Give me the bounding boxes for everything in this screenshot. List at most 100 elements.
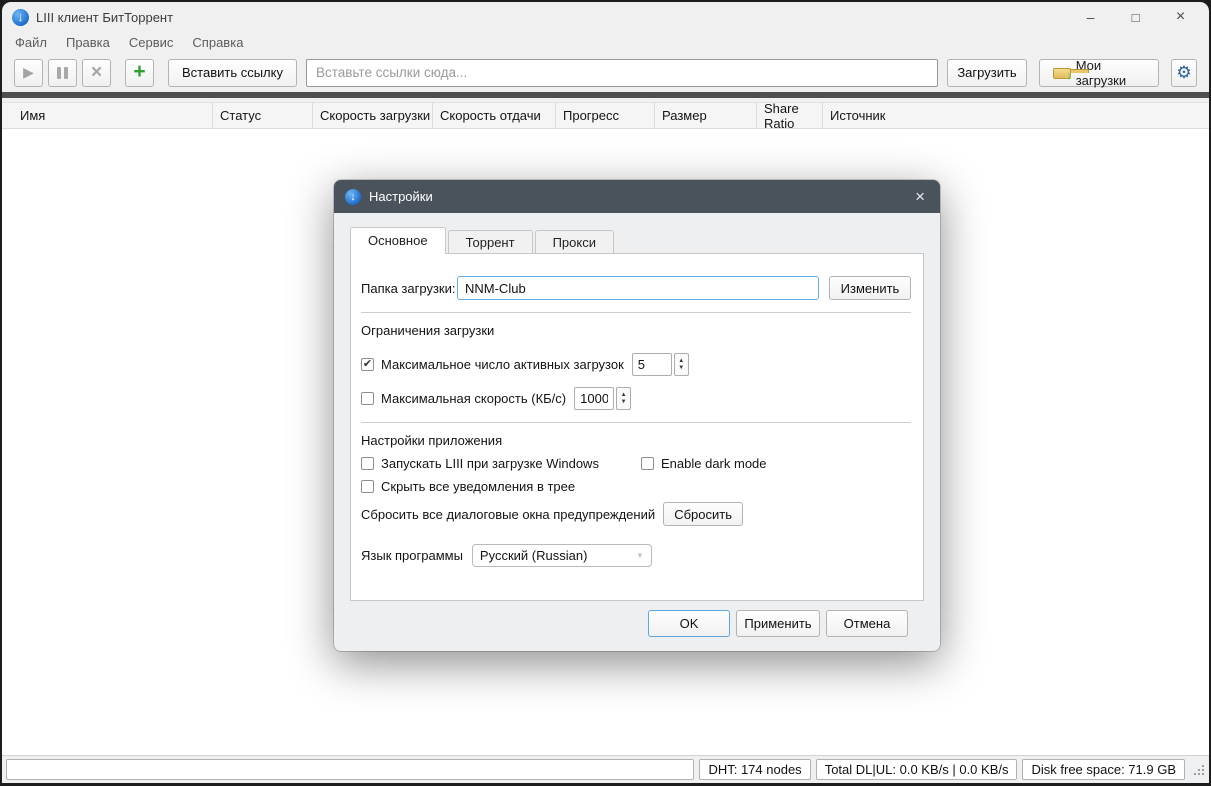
max-speed-row: ✔ Максимальная скорость (КБ/с) ▲ ▼ (361, 387, 911, 410)
dark-mode-checkbox[interactable]: ✔ (641, 457, 654, 470)
add-torrent-button[interactable]: + (125, 58, 154, 87)
spin-up-icon[interactable]: ▲ (678, 358, 684, 365)
download-folder-label: Папка загрузки: (361, 280, 456, 296)
column-progress[interactable]: Прогресс (556, 103, 655, 128)
language-label: Язык программы (361, 548, 463, 563)
dialog-body: Основное Торрент Прокси Папка загрузки: … (334, 213, 940, 637)
menu-help[interactable]: Справка (192, 35, 243, 50)
max-speed-input[interactable] (574, 387, 615, 410)
settings-button[interactable]: ⚙ (1171, 58, 1197, 87)
separator (361, 312, 911, 313)
start-button[interactable]: ▶ (14, 58, 43, 87)
status-message-field (6, 759, 695, 780)
minimize-button[interactable]: – (1068, 2, 1113, 32)
column-name[interactable]: Имя (2, 103, 213, 128)
startup-option: ✔ Запускать LIII при загрузке Windows (361, 456, 641, 471)
startup-label: Запускать LIII при загрузке Windows (381, 456, 599, 471)
reset-warnings-label: Сбросить все диалоговые окна предупрежде… (361, 506, 656, 522)
column-status[interactable]: Статус (213, 103, 313, 128)
toolbar: ▶ × + Вставить ссылку Загрузить ↓ Мои за… (2, 53, 1209, 92)
column-size[interactable]: Размер (655, 103, 757, 128)
remove-icon: × (90, 62, 103, 83)
max-speed-checkbox[interactable]: ✔ (361, 392, 374, 405)
dialog-app-icon: ↓ (345, 188, 361, 205)
hide-tray-checkbox[interactable]: ✔ (361, 480, 374, 493)
chevron-down-icon: ▼ (636, 551, 644, 560)
tab-general[interactable]: Основное (350, 227, 446, 254)
resize-grip[interactable] (1192, 763, 1205, 776)
column-upload-speed[interactable]: Скорость отдачи (433, 103, 556, 128)
dht-status: DHT: 174 nodes (699, 759, 811, 780)
change-folder-button[interactable]: Изменить (829, 276, 911, 300)
download-arrow-icon: ↓ (17, 9, 24, 24)
dark-mode-label: Enable dark mode (661, 456, 767, 471)
apply-button[interactable]: Применить (736, 610, 820, 637)
dialog-titlebar: ↓ Настройки × (334, 180, 940, 213)
spin-down-icon[interactable]: ▼ (621, 399, 627, 406)
ok-button[interactable]: OK (648, 610, 730, 637)
maximize-button[interactable]: □ (1113, 2, 1158, 32)
column-share-ratio[interactable]: Share Ratio (757, 101, 823, 131)
settings-dialog: ↓ Настройки × Основное Торрент Прокси Па… (334, 180, 940, 651)
max-speed-spin-buttons[interactable]: ▲ ▼ (616, 387, 632, 410)
language-select[interactable]: Русский (Russian) ▼ (471, 544, 652, 567)
download-folder-input[interactable] (457, 276, 819, 300)
link-input[interactable] (305, 58, 938, 87)
downloads-folder-icon: ↓ (1053, 66, 1089, 82)
app-settings-row: ✔ Запускать LIII при загрузке Windows ✔ … (361, 456, 911, 471)
startup-checkbox[interactable]: ✔ (361, 457, 374, 470)
download-folder-row: Папка загрузки: Изменить (361, 276, 911, 300)
max-active-input[interactable] (631, 353, 672, 376)
close-button[interactable]: × (1158, 2, 1203, 32)
minimize-icon: – (1086, 9, 1095, 25)
max-active-checkbox[interactable]: ✔ (361, 358, 374, 371)
statusbar: DHT: 174 nodes Total DL|UL: 0.0 KB/s | 0… (2, 755, 1209, 783)
spin-down-icon[interactable]: ▼ (678, 365, 684, 372)
my-downloads-button[interactable]: ↓ Мои загрузки (1039, 58, 1159, 88)
column-download-speed[interactable]: Скорость загрузки (313, 103, 433, 128)
reset-warnings-button[interactable]: Сбросить (663, 502, 744, 526)
column-source[interactable]: Источник (823, 103, 1209, 128)
torrent-table-header: Имя Статус Скорость загрузки Скорость от… (2, 101, 1209, 131)
separator (361, 422, 911, 423)
max-active-label: Максимальное число активных загрузок (381, 357, 624, 372)
max-active-spin-buttons[interactable]: ▲ ▼ (673, 353, 689, 376)
language-row: Язык программы Русский (Russian) ▼ (361, 544, 911, 567)
app-settings-header: Настройки приложения (361, 433, 503, 448)
check-icon: ✔ (362, 357, 373, 370)
paste-link-button[interactable]: Вставить ссылку (168, 58, 297, 87)
menu-edit[interactable]: Правка (66, 35, 110, 50)
tab-torrent[interactable]: Торрент (447, 230, 533, 253)
download-arrow-icon: ↓ (350, 190, 356, 203)
hide-tray-row: ✔ Скрыть все уведомления в трее (361, 479, 911, 494)
cancel-button[interactable]: Отмена (826, 610, 908, 637)
dialog-footer: OK Применить Отмена (350, 601, 924, 637)
pause-button[interactable] (48, 58, 77, 87)
dialog-close-button[interactable]: × (911, 186, 929, 207)
disk-space-status: Disk free space: 71.9 GB (1022, 759, 1185, 780)
menu-file[interactable]: Файл (15, 35, 47, 50)
reset-warnings-row: Сбросить все диалоговые окна предупрежде… (361, 502, 911, 526)
language-value: Русский (Russian) (479, 548, 588, 563)
window-title: LIII клиент БитТоррент (36, 9, 174, 25)
max-speed-spinbox: ▲ ▼ (574, 387, 632, 410)
tab-proxy[interactable]: Прокси (534, 230, 614, 253)
settings-tabs: Основное Торрент Прокси (350, 227, 924, 254)
download-button[interactable]: Загрузить (947, 58, 1027, 87)
close-icon: × (915, 187, 925, 206)
pause-icon (57, 66, 68, 79)
spin-up-icon[interactable]: ▲ (621, 392, 627, 399)
play-icon: ▶ (23, 64, 34, 80)
dark-mode-option: ✔ Enable dark mode (641, 456, 767, 471)
titlebar: ↓ LIII клиент БитТоррент – □ × (2, 2, 1209, 32)
dialog-title: Настройки (369, 189, 433, 204)
menu-service[interactable]: Сервис (129, 35, 174, 50)
max-active-row: ✔ Максимальное число активных загрузок ▲… (361, 353, 911, 376)
maximize-icon: □ (1131, 9, 1140, 25)
app-icon: ↓ (12, 8, 29, 26)
max-speed-label: Максимальная скорость (КБ/с) (381, 391, 567, 406)
limits-header: Ограничения загрузки (361, 323, 495, 338)
remove-button[interactable]: × (82, 58, 111, 87)
max-active-spinbox: ▲ ▼ (631, 353, 689, 376)
hide-tray-label: Скрыть все уведомления в трее (381, 479, 576, 494)
